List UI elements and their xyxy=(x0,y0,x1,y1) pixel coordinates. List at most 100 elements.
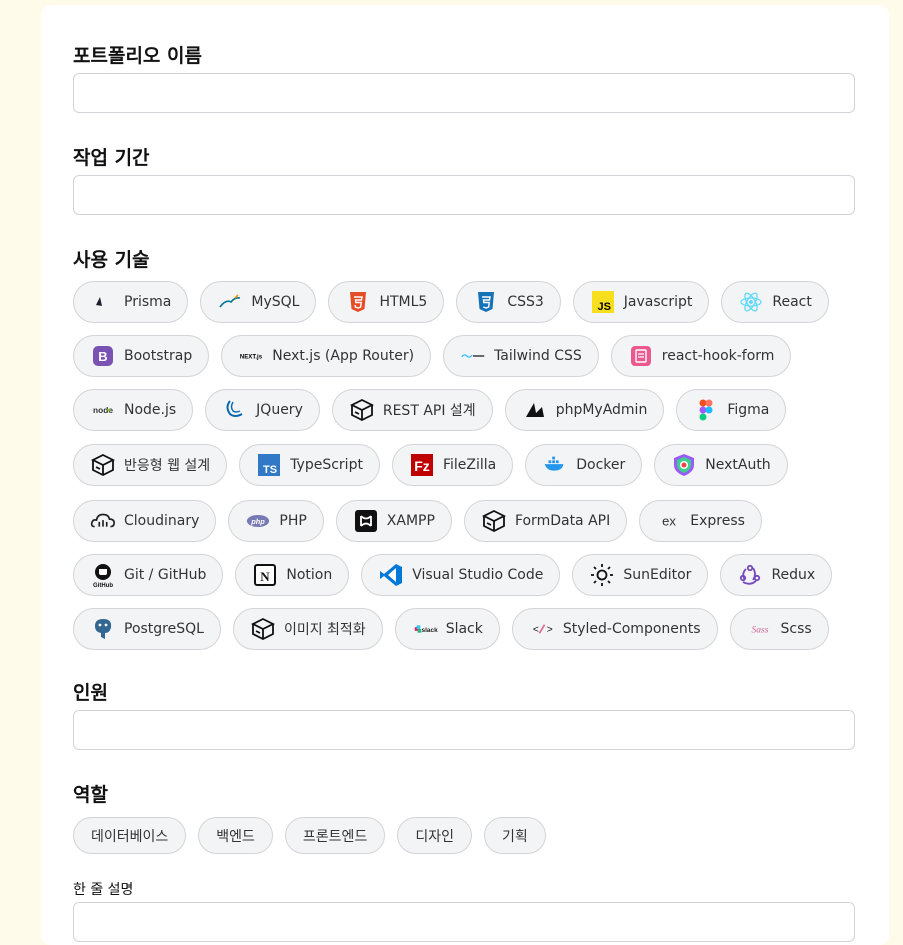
tech-chip-rest-api-설계[interactable]: REST API 설계 xyxy=(331,389,493,431)
css3-icon xyxy=(473,289,499,315)
tech-chip-이미지-최적화[interactable]: 이미지 최적화 xyxy=(232,608,383,650)
tech-chip-label: PHP xyxy=(279,513,307,529)
tech-chip-label: Redux xyxy=(771,567,816,583)
tech-chip-row: node Node.js JQuery REST API 설계 phpMyAdmin Fi… xyxy=(73,389,787,431)
tech-chip-nextauth[interactable]: NextAuth xyxy=(654,444,788,486)
tech-chip-filezilla[interactable]: Fz FileZilla xyxy=(391,444,514,486)
portfolio-name-label: 포트폴리오 이름 xyxy=(73,45,202,67)
github-icon: GitHub xyxy=(90,562,116,588)
tech-chip-react-hook-form[interactable]: react-hook-form xyxy=(610,335,792,377)
box-icon xyxy=(250,616,276,642)
role-chip[interactable]: 프론트엔드 xyxy=(284,817,386,854)
short-description-input[interactable] xyxy=(73,902,855,942)
role-chip[interactable]: 데이터베이스 xyxy=(73,817,187,854)
work-period-label: 작업 기간 xyxy=(73,147,150,169)
slack-icon: slack xyxy=(412,616,438,642)
tech-chip-postgresql[interactable]: PostgreSQL xyxy=(73,608,221,650)
tech-chip-label: Javascript xyxy=(623,294,693,310)
tech-chip-jquery[interactable]: JQuery xyxy=(205,389,320,431)
sun-icon xyxy=(589,562,615,588)
tech-chip-scss[interactable]: Sass Scss xyxy=(729,608,829,650)
cloudinary-icon xyxy=(90,508,116,534)
tech-chip-label: JQuery xyxy=(256,402,303,418)
tech-chip-php[interactable]: php PHP xyxy=(228,500,324,542)
tech-chip-prisma[interactable]: Prisma xyxy=(73,281,189,323)
box-icon xyxy=(349,397,375,423)
tech-chip-반응형-웹-설계[interactable]: 반응형 웹 설계 xyxy=(73,444,228,486)
members-input[interactable] xyxy=(73,710,855,750)
tech-chip-label: FormData API xyxy=(514,513,611,529)
tech-chip-label: Tailwind CSS xyxy=(494,348,582,364)
tech-chip-react[interactable]: React xyxy=(721,281,829,323)
role-chip[interactable]: 백엔드 xyxy=(198,817,273,854)
tech-chip-visual-studio-code[interactable]: Visual Studio Code xyxy=(361,554,561,596)
nextjs-icon: NEXT.js xyxy=(238,343,264,369)
svg-text:Sass: Sass xyxy=(751,625,768,635)
tech-chip-bootstrap[interactable]: B Bootstrap xyxy=(73,335,210,377)
tech-chip-suneditor[interactable]: SunEditor xyxy=(572,554,709,596)
html5-icon xyxy=(345,289,371,315)
tech-chip-xampp[interactable]: XAMPP xyxy=(335,500,452,542)
tech-chip-label: CSS3 xyxy=(507,294,544,310)
tech-chip-label: NextAuth xyxy=(705,457,771,473)
tech-chip-label: REST API 설계 xyxy=(382,403,476,419)
tech-chip-html5[interactable]: HTML5 xyxy=(328,281,445,323)
svg-text:node: node xyxy=(93,405,113,415)
tech-chip-label: SunEditor xyxy=(623,567,692,583)
tech-chip-redux[interactable]: Redux xyxy=(720,554,833,596)
short-description-label: 한 줄 설명 xyxy=(73,882,134,898)
svg-text:slack: slack xyxy=(421,627,437,634)
tech-chip-label: Styled-Components xyxy=(562,621,701,637)
tech-chip-cloudinary[interactable]: Cloudinary xyxy=(73,500,217,542)
tech-chip-docker[interactable]: Docker xyxy=(525,444,643,486)
tech-chip-styled-components[interactable]: < > Styled-Components xyxy=(511,608,718,650)
tech-chip-mysql[interactable]: MySQL xyxy=(200,281,317,323)
php-icon: php xyxy=(245,508,271,534)
tailwind-icon xyxy=(460,343,486,369)
tech-chip-git-github[interactable]: GitHub Git / GitHub xyxy=(73,554,224,596)
box-icon xyxy=(481,508,507,534)
tech-chip-row: Cloudinary php PHP XAMPP FormData API ex Expre… xyxy=(73,500,762,542)
tech-chip-node-js[interactable]: node Node.js xyxy=(73,389,194,431)
tech-chip-next-js-app-router[interactable]: NEXT.js Next.js (App Router) xyxy=(221,335,432,377)
tech-chip-label: FileZilla xyxy=(442,457,497,473)
tech-chip-express[interactable]: ex Express xyxy=(639,500,762,542)
tech-chip-notion[interactable]: N Notion xyxy=(235,554,350,596)
tech-chip-tailwind-css[interactable]: Tailwind CSS xyxy=(443,335,599,377)
tech-chip-row: B Bootstrap NEXT.js Next.js (App Router) Tai… xyxy=(73,335,792,377)
tech-chip-label: Notion xyxy=(286,567,333,583)
phpmyadmin-icon xyxy=(522,397,548,423)
express-icon: ex xyxy=(656,508,682,534)
react-icon xyxy=(738,289,764,315)
tech-chip-label: XAMPP xyxy=(386,513,435,529)
svg-text:ex: ex xyxy=(662,514,676,529)
tech-chip-label: Docker xyxy=(576,457,626,473)
portfolio-name-input[interactable] xyxy=(73,73,855,113)
role-chip[interactable]: 기획 xyxy=(483,817,546,854)
role-label: 역할 xyxy=(73,784,108,806)
docker-icon xyxy=(542,452,568,478)
tech-chip-label: TypeScript xyxy=(290,457,363,473)
sass-icon: Sass xyxy=(747,616,773,642)
vscode-icon xyxy=(378,562,404,588)
tech-chip-slack[interactable]: slack Slack xyxy=(394,608,500,650)
tech-chip-formdata-api[interactable]: FormData API xyxy=(463,500,628,542)
svg-text:NEXT.js: NEXT.js xyxy=(240,355,263,361)
tech-chip-label: MySQL xyxy=(251,294,300,310)
svg-text:JS: JS xyxy=(597,301,610,313)
portfolio-form-card: 포트폴리오 이름 작업 기간 사용 기술 Prisma MySQL HTML5 CSS… xyxy=(41,5,889,945)
redux-icon xyxy=(737,562,763,588)
tech-chip-css3[interactable]: CSS3 xyxy=(456,281,561,323)
work-period-input[interactable] xyxy=(73,175,855,215)
tech-chip-label: Slack xyxy=(445,621,483,637)
role-chip[interactable]: 디자인 xyxy=(397,817,472,854)
tech-chip-javascript[interactable]: JS Javascript xyxy=(572,281,710,323)
tech-chip-phpmyadmin[interactable]: phpMyAdmin xyxy=(504,389,665,431)
nextauth-icon xyxy=(671,452,697,478)
tech-chip-figma[interactable]: Figma xyxy=(676,389,787,431)
tech-chip-typescript[interactable]: TS TypeScript xyxy=(239,444,380,486)
postgresql-icon xyxy=(90,616,116,642)
svg-text:B: B xyxy=(98,349,107,364)
typescript-icon: TS xyxy=(256,452,282,478)
tech-chip-label: 반응형 웹 설계 xyxy=(124,458,211,474)
